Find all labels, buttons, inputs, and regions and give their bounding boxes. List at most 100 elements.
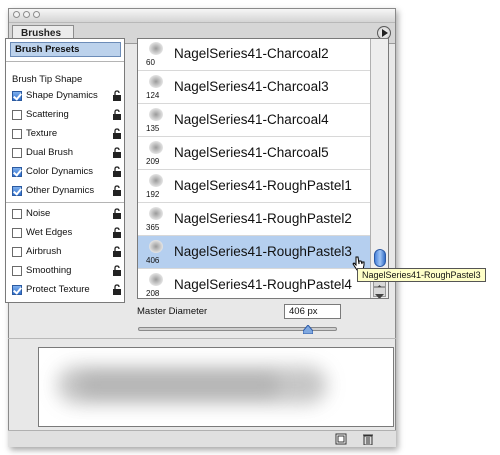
close-window-button[interactable] (13, 11, 20, 18)
option-checkbox[interactable] (12, 285, 22, 295)
brush-thumbnail (149, 108, 163, 121)
option-row[interactable]: Other Dynamics (12, 184, 122, 200)
vertical-scrollbar[interactable] (370, 39, 388, 298)
option-row[interactable]: Texture (12, 127, 122, 143)
brush-size: 192 (146, 190, 160, 199)
bottom-toolbar (8, 430, 396, 447)
option-label[interactable]: Dual Brush (26, 147, 73, 158)
lock-icon[interactable] (112, 227, 122, 239)
brush-row[interactable]: 406 NagelSeries41-RoughPastel3 (138, 236, 370, 269)
arrow-down-icon (375, 294, 384, 298)
brush-row[interactable]: 209 NagelSeries41-Charcoal5 (138, 137, 370, 170)
option-label[interactable]: Wet Edges (26, 227, 72, 238)
brush-size: 60 (146, 58, 155, 67)
brush-row[interactable]: 365 NagelSeries41-RoughPastel2 (138, 203, 370, 236)
trash-icon[interactable] (361, 433, 375, 445)
option-checkbox[interactable] (12, 167, 22, 177)
brush-thumbnail (149, 273, 163, 286)
brush-size: 124 (146, 91, 160, 100)
option-row[interactable]: Scattering (12, 108, 122, 124)
brush-thumbnail (149, 75, 163, 88)
divider (6, 61, 124, 62)
lock-icon[interactable] (112, 90, 122, 102)
brush-thumbnail (149, 174, 163, 187)
brush-thumbnail (149, 207, 163, 220)
option-checkbox[interactable] (12, 148, 22, 158)
new-brush-icon[interactable] (334, 433, 348, 445)
lock-icon[interactable] (112, 109, 122, 121)
stroke-preview (38, 347, 394, 427)
brush-size: 208 (146, 289, 160, 298)
option-label[interactable]: Texture (26, 128, 57, 139)
option-row[interactable]: Wet Edges (12, 226, 122, 242)
lock-icon[interactable] (112, 166, 122, 178)
scroll-down-arrow[interactable] (373, 287, 386, 298)
brush-name: NagelSeries41-Charcoal3 (174, 79, 329, 94)
minimize-window-button[interactable] (23, 11, 30, 18)
scroll-thumb[interactable] (374, 249, 386, 267)
brush-name: NagelSeries41-Charcoal4 (174, 112, 329, 127)
brush-size: 135 (146, 124, 160, 133)
option-label[interactable]: Protect Texture (26, 284, 90, 295)
brush-name: NagelSeries41-RoughPastel3 (174, 244, 352, 259)
master-diameter-label: Master Diameter (137, 306, 208, 317)
divider (6, 202, 124, 203)
option-label[interactable]: Noise (26, 208, 50, 219)
option-checkbox[interactable] (12, 110, 22, 120)
brush-tip-shape-item[interactable]: Brush Tip Shape (12, 74, 82, 85)
lock-icon[interactable] (112, 128, 122, 140)
brush-row[interactable]: 124 NagelSeries41-Charcoal3 (138, 71, 370, 104)
divider (8, 338, 396, 339)
lock-icon[interactable] (112, 284, 122, 296)
option-row[interactable]: Shape Dynamics (12, 89, 122, 105)
option-checkbox[interactable] (12, 186, 22, 196)
brush-name: NagelSeries41-Charcoal5 (174, 145, 329, 160)
brush-settings-list: Brush Presets Brush Tip Shape Shape Dyna… (5, 38, 125, 303)
option-row[interactable]: Noise (12, 207, 122, 223)
option-row[interactable]: Dual Brush (12, 146, 122, 162)
option-row[interactable]: Smoothing (12, 264, 122, 280)
option-label[interactable]: Airbrush (26, 246, 61, 257)
brush-row[interactable]: 208 NagelSeries41-RoughPastel4 (138, 269, 370, 298)
lock-icon[interactable] (112, 246, 122, 258)
option-checkbox[interactable] (12, 129, 22, 139)
title-bar[interactable] (9, 9, 395, 23)
option-row[interactable]: Airbrush (12, 245, 122, 261)
brush-name: NagelSeries41-RoughPastel2 (174, 211, 352, 226)
brush-row[interactable]: 192 NagelSeries41-RoughPastel1 (138, 170, 370, 203)
option-checkbox[interactable] (12, 209, 22, 219)
brush-name-tooltip: NagelSeries41-RoughPastel3 (357, 268, 486, 282)
brush-name: NagelSeries41-Charcoal2 (174, 46, 329, 61)
option-label[interactable]: Other Dynamics (26, 185, 94, 196)
option-label[interactable]: Smoothing (26, 265, 71, 276)
brush-name: NagelSeries41-RoughPastel1 (174, 178, 352, 193)
brush-presets-item[interactable]: Brush Presets (10, 42, 121, 57)
option-label[interactable]: Scattering (26, 109, 69, 120)
brush-size: 365 (146, 223, 160, 232)
triangle-right-icon (382, 29, 388, 37)
brush-thumbnail (149, 141, 163, 154)
option-row[interactable]: Protect Texture (12, 283, 122, 299)
preview-stroke-core (79, 374, 279, 396)
lock-icon[interactable] (112, 265, 122, 277)
lock-icon[interactable] (112, 185, 122, 197)
option-checkbox[interactable] (12, 91, 22, 101)
brush-name: NagelSeries41-RoughPastel4 (174, 277, 352, 292)
brush-thumbnail (149, 42, 163, 55)
option-checkbox[interactable] (12, 266, 22, 276)
lock-icon[interactable] (112, 208, 122, 220)
brush-row[interactable]: 135 NagelSeries41-Charcoal4 (138, 104, 370, 137)
option-label[interactable]: Shape Dynamics (26, 90, 98, 101)
master-diameter-field[interactable]: 406 px (284, 304, 341, 319)
brush-thumbnail (149, 240, 163, 253)
lock-icon[interactable] (112, 147, 122, 159)
brush-row[interactable]: 60 NagelSeries41-Charcoal2 (138, 39, 370, 71)
option-row[interactable]: Color Dynamics (12, 165, 122, 181)
slider-knob-icon[interactable] (303, 325, 313, 334)
option-checkbox[interactable] (12, 247, 22, 257)
brush-size: 406 (146, 256, 160, 265)
brush-size: 209 (146, 157, 160, 166)
zoom-window-button[interactable] (33, 11, 40, 18)
option-checkbox[interactable] (12, 228, 22, 238)
option-label[interactable]: Color Dynamics (26, 166, 93, 177)
